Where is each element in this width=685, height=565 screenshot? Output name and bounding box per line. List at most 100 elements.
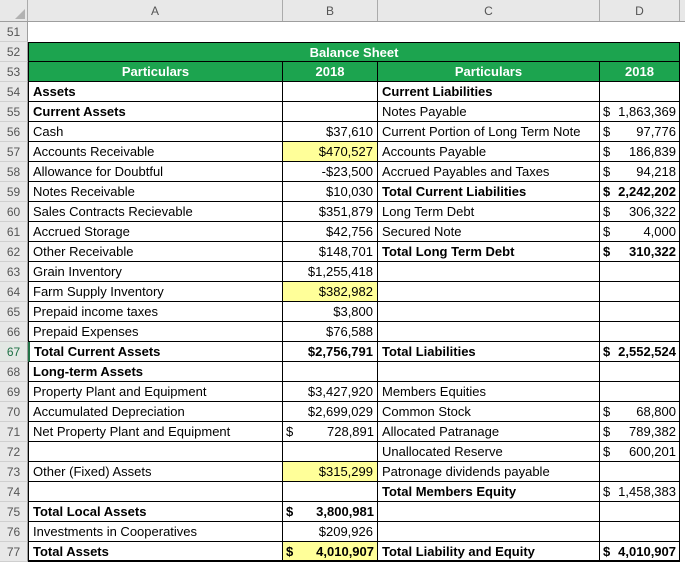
cell-D74[interactable]: $1,458,383 [600, 482, 680, 502]
cell-D65[interactable] [600, 302, 680, 322]
cell-A70[interactable]: Accumulated Depreciation [28, 402, 283, 422]
row-number[interactable]: 52 [0, 42, 28, 62]
cell-A67[interactable]: Total Current Assets [28, 342, 283, 362]
cell-D56[interactable]: $97,776 [600, 122, 680, 142]
cell-A77[interactable]: Total Assets [28, 542, 283, 562]
cell-B66[interactable]: $76,588 [283, 322, 378, 342]
cell-A57[interactable]: Accounts Receivable [28, 142, 283, 162]
cell-C73[interactable]: Patronage dividends payable [378, 462, 600, 482]
cell-D73[interactable] [600, 462, 680, 482]
cell-C54[interactable]: Current Liabilities [378, 82, 600, 102]
cell-C68[interactable] [378, 362, 600, 382]
cell-D55[interactable]: $1,863,369 [600, 102, 680, 122]
cell-C56[interactable]: Current Portion of Long Term Note [378, 122, 600, 142]
cell-D57[interactable]: $186,839 [600, 142, 680, 162]
cell-A68[interactable]: Long-term Assets [28, 362, 283, 382]
cell-D77[interactable]: $4,010,907 [600, 542, 680, 562]
cell-A61[interactable]: Accrued Storage [28, 222, 283, 242]
row-number[interactable]: 58 [0, 162, 28, 182]
cell-D76[interactable] [600, 522, 680, 542]
cell-D58[interactable]: $94,218 [600, 162, 680, 182]
cell-C59[interactable]: Total Current Liabilities [378, 182, 600, 202]
cell-D71[interactable]: $789,382 [600, 422, 680, 442]
row-number[interactable]: 69 [0, 382, 28, 402]
cell-A63[interactable]: Grain Inventory [28, 262, 283, 282]
cell-C61[interactable]: Secured Note [378, 222, 600, 242]
column-header-c[interactable]: C [378, 0, 600, 21]
table-header-cell-C[interactable]: Particulars [378, 62, 600, 82]
cell-C70[interactable]: Common Stock [378, 402, 600, 422]
cell-C75[interactable] [378, 502, 600, 522]
table-header-cell-A[interactable]: Particulars [28, 62, 283, 82]
row-number[interactable]: 51 [0, 22, 28, 42]
cell-C71[interactable]: Allocated Patranage [378, 422, 600, 442]
cell-B72[interactable] [283, 442, 378, 462]
cell-D63[interactable] [600, 262, 680, 282]
row-number[interactable]: 70 [0, 402, 28, 422]
table-header-cell-B[interactable]: 2018 [283, 62, 378, 82]
cell-A74[interactable] [28, 482, 283, 502]
cell-A60[interactable]: Sales Contracts Recievable [28, 202, 283, 222]
row-number[interactable]: 61 [0, 222, 28, 242]
cell-B76[interactable]: $209,926 [283, 522, 378, 542]
row-number[interactable]: 60 [0, 202, 28, 222]
cell-B61[interactable]: $42,756 [283, 222, 378, 242]
row-number[interactable]: 75 [0, 502, 28, 522]
cell-A62[interactable]: Other Receivable [28, 242, 283, 262]
cell-C69[interactable]: Members Equities [378, 382, 600, 402]
cell-D72[interactable]: $600,201 [600, 442, 680, 462]
row-number[interactable]: 57 [0, 142, 28, 162]
row-number[interactable]: 66 [0, 322, 28, 342]
cell-A73[interactable]: Other (Fixed) Assets [28, 462, 283, 482]
cell-C72[interactable]: Unallocated Reserve [378, 442, 600, 462]
cell-B74[interactable] [283, 482, 378, 502]
cell-A71[interactable]: Net Property Plant and Equipment [28, 422, 283, 442]
cell-A65[interactable]: Prepaid income taxes [28, 302, 283, 322]
cell-D75[interactable] [600, 502, 680, 522]
cell-A54[interactable]: Assets [28, 82, 283, 102]
column-header-b[interactable]: B [283, 0, 378, 21]
cell-D69[interactable] [600, 382, 680, 402]
row-number[interactable]: 71 [0, 422, 28, 442]
cell-A59[interactable]: Notes Receivable [28, 182, 283, 202]
cell-D70[interactable]: $68,800 [600, 402, 680, 422]
cell-B54[interactable] [283, 82, 378, 102]
column-header-a[interactable]: A [28, 0, 283, 21]
cell-D54[interactable] [600, 82, 680, 102]
row-number[interactable]: 53 [0, 62, 28, 82]
cell-B77[interactable]: $4,010,907 [283, 542, 378, 562]
row-number[interactable]: 56 [0, 122, 28, 142]
cell-A56[interactable]: Cash [28, 122, 283, 142]
cell-B71[interactable]: $728,891 [283, 422, 378, 442]
cell-B62[interactable]: $148,701 [283, 242, 378, 262]
cell-D62[interactable]: $310,322 [600, 242, 680, 262]
row-number[interactable]: 77 [0, 542, 28, 562]
row-number[interactable]: 63 [0, 262, 28, 282]
select-all-corner[interactable] [0, 0, 28, 21]
cell-B60[interactable]: $351,879 [283, 202, 378, 222]
cell-B75[interactable]: $3,800,981 [283, 502, 378, 522]
cell-B65[interactable]: $3,800 [283, 302, 378, 322]
cell-A69[interactable]: Property Plant and Equipment [28, 382, 283, 402]
cell-C55[interactable]: Notes Payable [378, 102, 600, 122]
column-header-d[interactable]: D [600, 0, 680, 21]
cell-A72[interactable] [28, 442, 283, 462]
cell-D59[interactable]: $2,242,202 [600, 182, 680, 202]
cell-C60[interactable]: Long Term Debt [378, 202, 600, 222]
cell-C58[interactable]: Accrued Payables and Taxes [378, 162, 600, 182]
cell-B68[interactable] [283, 362, 378, 382]
cell-C77[interactable]: Total Liability and Equity [378, 542, 600, 562]
cell-C76[interactable] [378, 522, 600, 542]
cell-C66[interactable] [378, 322, 600, 342]
row-number[interactable]: 62 [0, 242, 28, 262]
cell-B59[interactable]: $10,030 [283, 182, 378, 202]
cell-D60[interactable]: $306,322 [600, 202, 680, 222]
cell-B55[interactable] [283, 102, 378, 122]
cell-B70[interactable]: $2,699,029 [283, 402, 378, 422]
cell-D67[interactable]: $2,552,524 [600, 342, 680, 362]
cell-A75[interactable]: Total Local Assets [28, 502, 283, 522]
empty-row-area[interactable] [28, 22, 685, 42]
cell-B58[interactable]: -$23,500 [283, 162, 378, 182]
cell-C63[interactable] [378, 262, 600, 282]
cell-B69[interactable]: $3,427,920 [283, 382, 378, 402]
